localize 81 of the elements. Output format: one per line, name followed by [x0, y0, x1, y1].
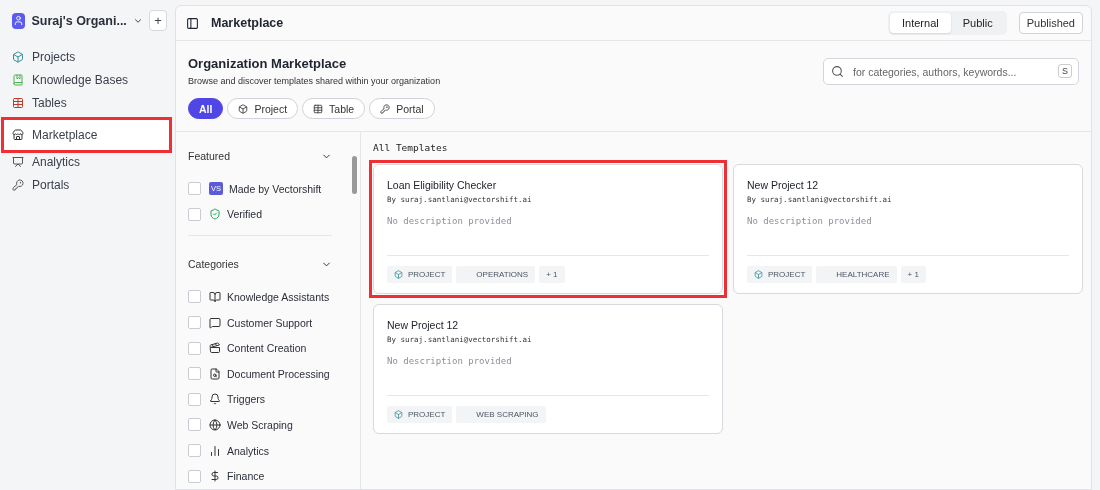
filter-chip[interactable]: All: [188, 98, 224, 119]
filter-label: Knowledge Assistants: [227, 290, 330, 303]
filter-label: Verified: [227, 208, 263, 221]
sidebar-toggle-icon[interactable]: [186, 16, 199, 30]
book-icon: [209, 290, 221, 303]
chart-icon: [209, 444, 221, 457]
nav-item[interactable]: Portals: [6, 173, 169, 196]
book-icon: [12, 73, 24, 86]
card-description: No description provided: [747, 216, 873, 226]
cube-icon: [754, 270, 763, 279]
key-icon: [380, 103, 391, 114]
add-button[interactable]: +: [149, 10, 167, 31]
store-icon: [12, 129, 24, 141]
workspace-name[interactable]: Suraj's Organi...: [31, 13, 127, 28]
marketplace-heading: Organization Marketplace: [188, 56, 348, 71]
type-tag: PROJECT: [387, 266, 453, 283]
card-title: New Project 12: [387, 319, 460, 331]
filter-label: Customer Support: [227, 316, 313, 329]
cube-icon: [394, 270, 403, 279]
clapperboard-icon: [209, 342, 221, 355]
scope-tab[interactable]: Public: [950, 13, 1005, 33]
nav-item[interactable]: Knowledge Bases: [6, 68, 169, 91]
page-title: Marketplace: [211, 16, 284, 30]
section-title: Categories: [188, 258, 239, 271]
shield-check-icon: [209, 208, 221, 221]
shortcut-key: S: [1058, 64, 1072, 78]
dollar-icon: [209, 470, 221, 483]
chat-bubble-icon: [209, 316, 221, 329]
checkbox[interactable]: [188, 182, 201, 196]
cube-icon: [394, 410, 403, 419]
filter-label: Document Processing: [227, 367, 330, 380]
card-description: No description provided: [387, 356, 513, 366]
nav-item[interactable]: Tables: [6, 91, 169, 114]
section-title: Featured: [188, 150, 231, 162]
scope-tab[interactable]: Internal: [890, 13, 951, 33]
type-tag: PROJECT: [747, 266, 813, 283]
checkbox[interactable]: [188, 207, 201, 221]
category-tag: OPERATIONS: [456, 266, 536, 283]
filter-chip[interactable]: Project: [227, 98, 299, 119]
filter-label: Made by Vectorshift: [229, 182, 322, 195]
checkbox[interactable]: [188, 444, 201, 458]
bell-icon: [209, 393, 221, 406]
filter-chip[interactable]: Portal: [369, 98, 435, 119]
card-description: No description provided: [387, 216, 513, 226]
globe-icon: [209, 418, 221, 431]
checkbox[interactable]: [188, 469, 201, 483]
checkbox[interactable]: [188, 341, 201, 355]
filter-label: Web Scraping: [227, 418, 293, 431]
checkbox[interactable]: [188, 290, 201, 304]
cube-icon: [238, 103, 249, 114]
nav-item[interactable]: Marketplace: [4, 120, 169, 150]
section-title: All Templates: [373, 142, 449, 153]
cube-icon: [12, 50, 24, 63]
document-icon: [209, 367, 221, 380]
filter-label: Content Creation: [227, 342, 307, 355]
category-tag: WEB SCRAPING: [456, 406, 546, 423]
published-button[interactable]: Published: [1018, 12, 1083, 34]
type-tag: PROJECT: [387, 406, 453, 423]
search-icon: [831, 65, 844, 78]
key-icon: [12, 178, 24, 191]
scrollbar-thumb[interactable]: [352, 156, 357, 194]
workspace-avatar[interactable]: [12, 12, 26, 29]
filter-label: Finance: [227, 470, 265, 483]
card-title: New Project 12: [747, 179, 820, 191]
checkbox[interactable]: [188, 367, 201, 381]
category-tag: HEALTHCARE: [816, 266, 897, 283]
table-icon: [12, 96, 24, 109]
nav-item[interactable]: Projects: [6, 45, 169, 68]
more-tag: + 1: [900, 266, 926, 283]
filter-chip[interactable]: Table: [302, 98, 366, 119]
nav-item[interactable]: Analytics: [6, 150, 169, 173]
checkbox[interactable]: [188, 316, 201, 330]
checkbox[interactable]: [188, 392, 201, 406]
monitor-icon: [12, 155, 24, 168]
checkbox[interactable]: [188, 418, 201, 432]
filter-label: Analytics: [227, 444, 269, 457]
filter-label: Triggers: [227, 393, 266, 406]
more-tag: + 1: [539, 266, 565, 283]
table-icon: [313, 103, 324, 114]
card-title: Loan Eligibility Checker: [387, 179, 498, 191]
marketplace-subtitle: Browse and discover templates shared within your organization: [188, 76, 441, 86]
